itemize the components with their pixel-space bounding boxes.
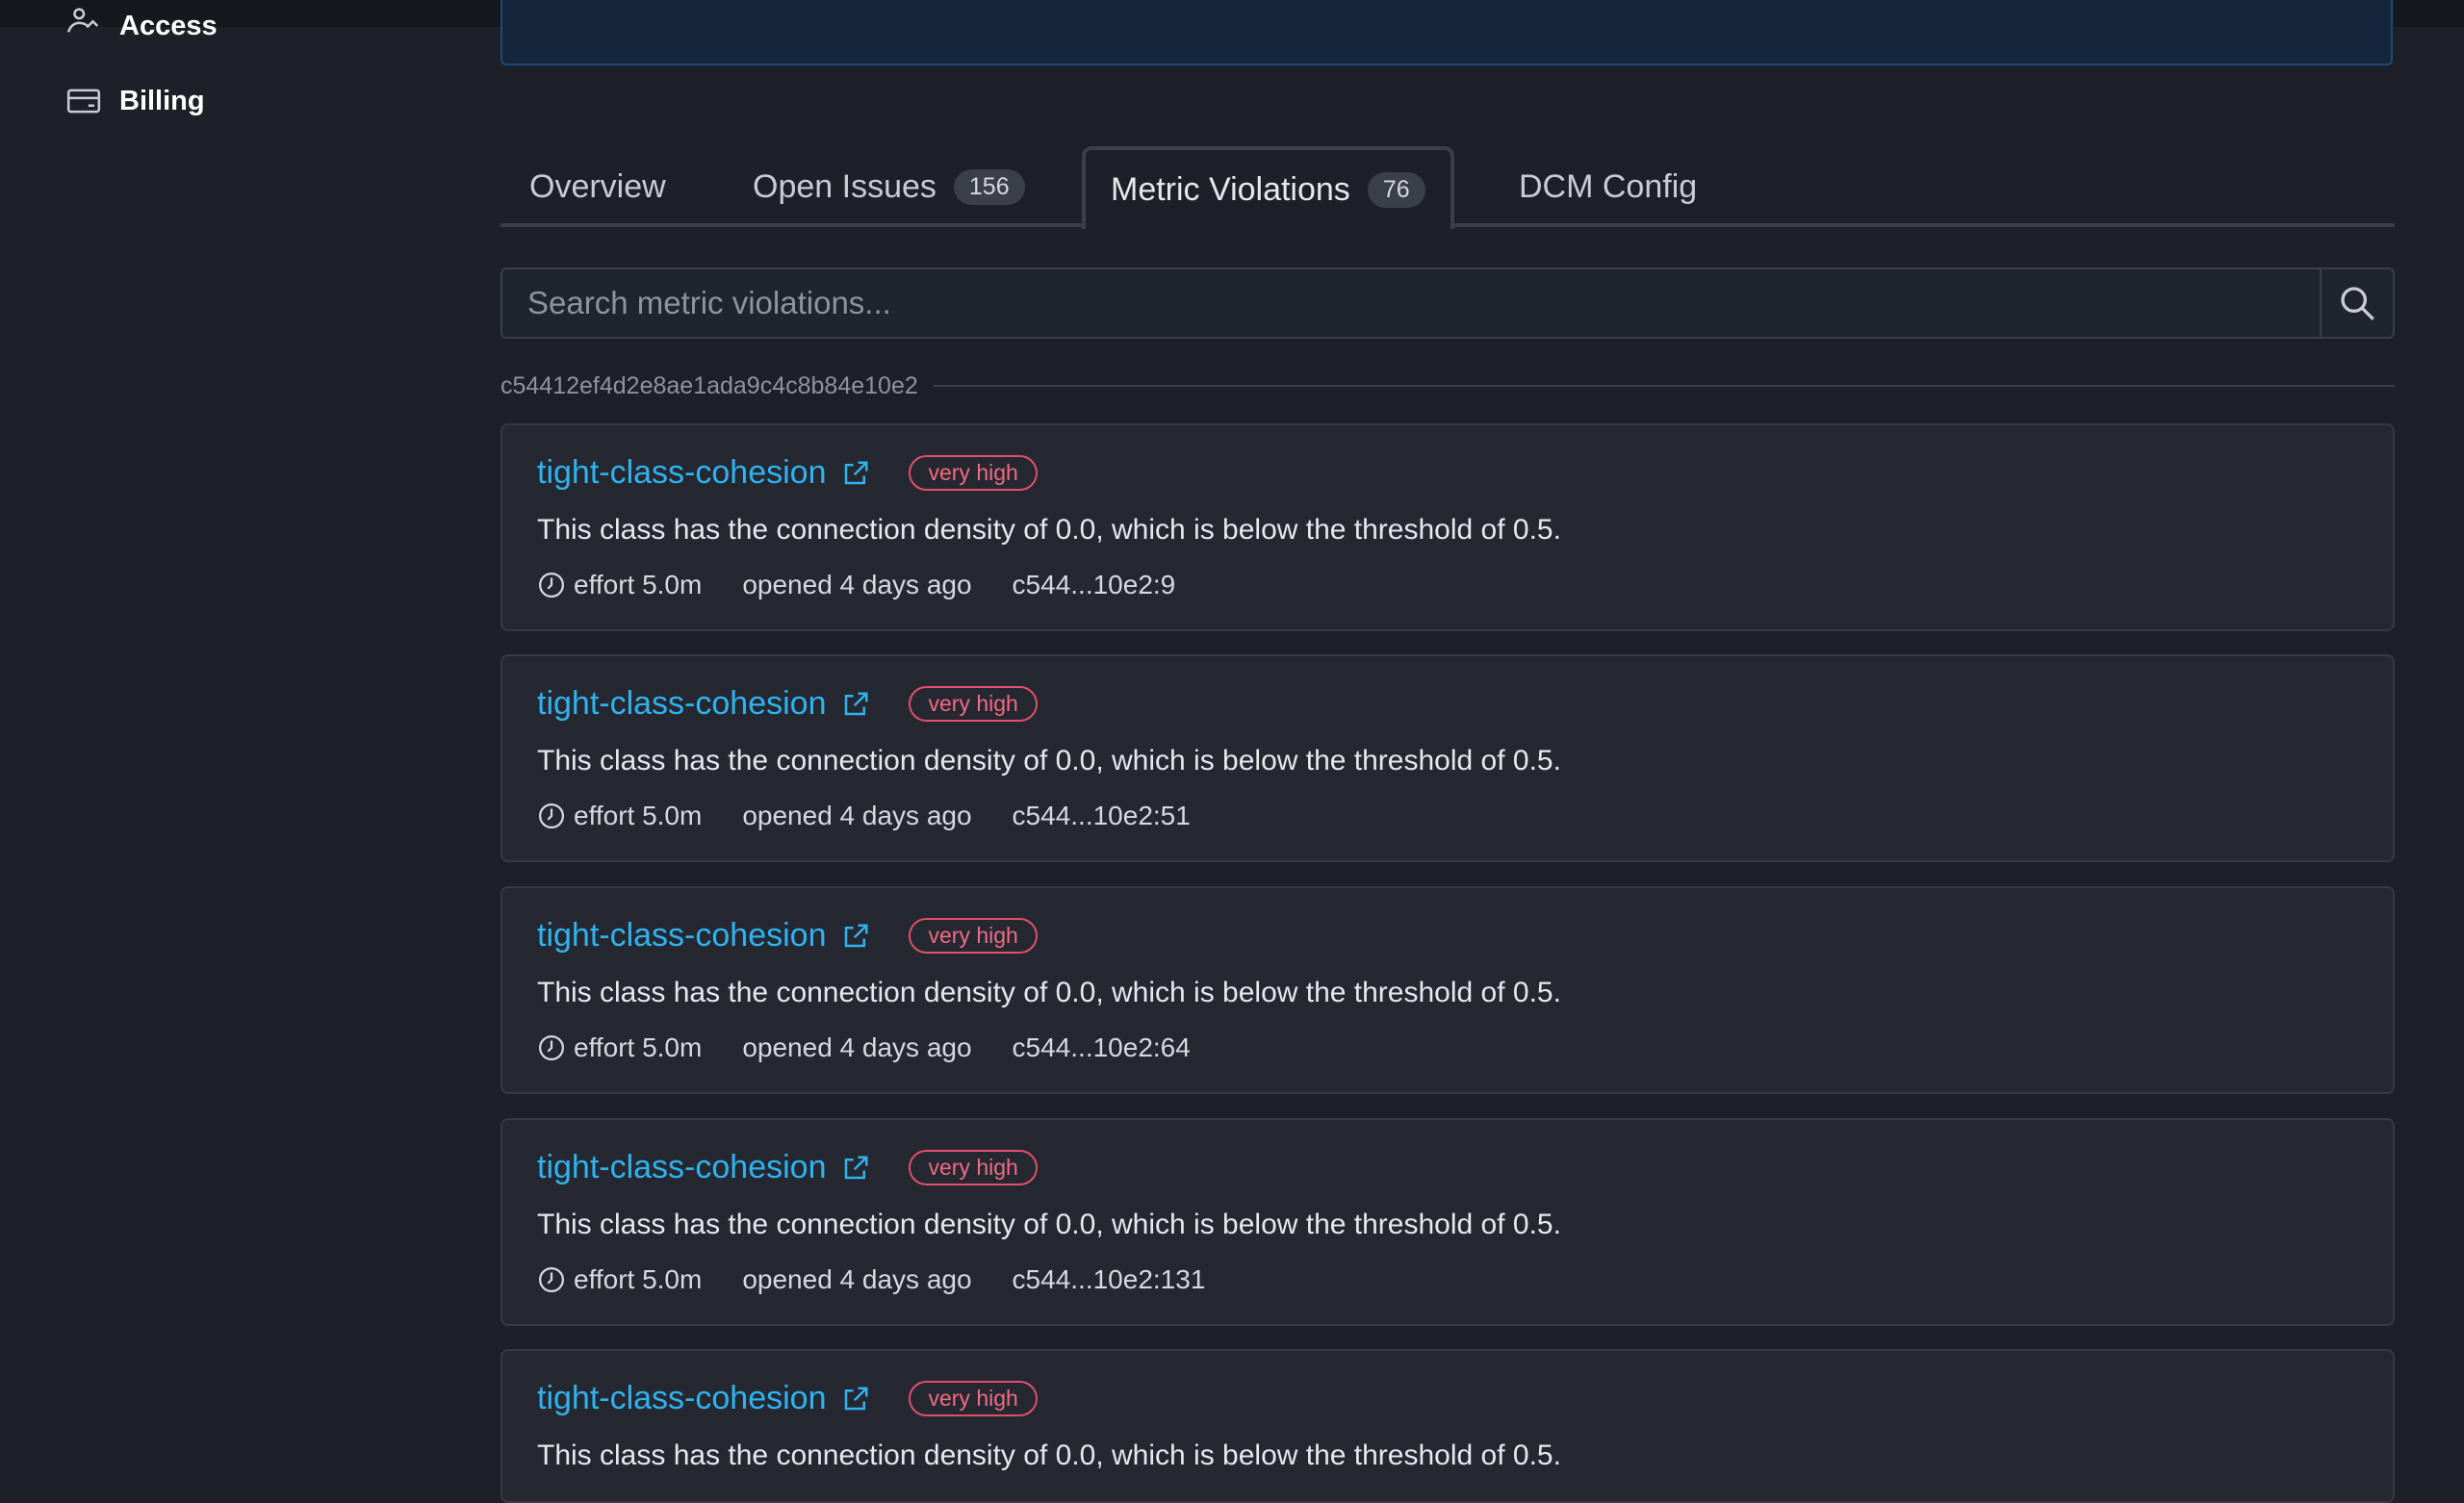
violation-card: tight-class-cohesion very high This clas… <box>500 423 2395 631</box>
clock-icon <box>539 1267 564 1292</box>
rule-link[interactable]: tight-class-cohesion <box>537 917 826 955</box>
violation-message: This class has the connection density of… <box>537 1439 1561 1471</box>
external-link-icon[interactable] <box>841 459 870 488</box>
search-bar <box>500 267 2395 339</box>
count-badge: 156 <box>953 168 1025 205</box>
location-text: c544...10e2:51 <box>1012 801 1191 830</box>
info-banner <box>500 0 2393 65</box>
severity-badge: very high <box>909 455 1038 491</box>
opened-text: opened 4 days ago <box>742 1032 972 1062</box>
commit-separator: c54412ef4d2e8ae1ada9c4c8b84e10e2 <box>500 371 2395 400</box>
location-text: c544...10e2:131 <box>1012 1264 1206 1294</box>
violation-card: tight-class-cohesion very high This clas… <box>500 886 2395 1094</box>
rule-link[interactable]: tight-class-cohesion <box>537 454 826 492</box>
card-title: tight-class-cohesion very high <box>537 1149 1038 1186</box>
external-link-icon[interactable] <box>841 1385 870 1414</box>
severity-badge: very high <box>909 686 1038 722</box>
divider <box>933 385 2395 387</box>
clock-icon <box>539 573 564 598</box>
effort-text: effort 5.0m <box>574 801 703 830</box>
tab-overview[interactable]: Overview <box>529 146 666 227</box>
tab-label: Overview <box>529 167 666 205</box>
violation-meta: effort 5.0m opened 4 days ago c544...10e… <box>537 801 1191 831</box>
tab-label: DCM Config <box>1519 167 1698 205</box>
tab-metric-violations[interactable]: Metric Violations 76 <box>1082 146 1454 229</box>
tab-label: Metric Violations <box>1111 170 1350 208</box>
rule-link[interactable]: tight-class-cohesion <box>537 1380 826 1417</box>
card-title: tight-class-cohesion very high <box>537 454 1038 492</box>
violation-card: tight-class-cohesion very high This clas… <box>500 1118 2395 1326</box>
effort-text: effort 5.0m <box>574 570 703 599</box>
violation-card: tight-class-cohesion very high This clas… <box>500 1349 2395 1503</box>
clock-icon <box>539 1035 564 1060</box>
search-button[interactable] <box>2320 269 2393 337</box>
severity-badge: very high <box>909 1150 1038 1185</box>
search-icon <box>2341 287 2374 320</box>
count-badge: 76 <box>1367 171 1425 208</box>
clock-icon <box>539 803 564 828</box>
search-input[interactable] <box>502 269 2320 337</box>
violation-meta: effort 5.0m opened 4 days ago c544...10e… <box>537 1264 1205 1295</box>
tab-bar: Overview Open Issues 156 Metric Violatio… <box>500 146 2395 229</box>
violation-message: This class has the connection density of… <box>537 977 1561 1008</box>
card-title: tight-class-cohesion very high <box>537 917 1038 955</box>
sidebar-item-label: Access <box>119 10 218 41</box>
effort-text: effort 5.0m <box>574 1264 703 1294</box>
severity-badge: very high <box>909 1381 1038 1416</box>
tab-dcm-config[interactable]: DCM Config <box>1519 146 1697 227</box>
sidebar-item-access[interactable]: Access <box>65 8 218 44</box>
opened-text: opened 4 days ago <box>742 570 972 599</box>
violation-message: This class has the connection density of… <box>537 1209 1561 1240</box>
sidebar-item-billing[interactable]: Billing <box>65 83 205 119</box>
access-icon <box>66 8 99 33</box>
tab-open-issues[interactable]: Open Issues 156 <box>753 146 1025 227</box>
external-link-icon[interactable] <box>841 690 870 719</box>
violation-meta: effort 5.0m opened 4 days ago c544...10e… <box>537 570 1175 600</box>
external-link-icon[interactable] <box>841 922 870 951</box>
location-text: c544...10e2:64 <box>1012 1032 1191 1062</box>
effort-text: effort 5.0m <box>574 1032 703 1062</box>
violation-message: This class has the connection density of… <box>537 514 1561 546</box>
violation-message: This class has the connection density of… <box>537 745 1561 777</box>
commit-hash: c54412ef4d2e8ae1ada9c4c8b84e10e2 <box>500 371 918 399</box>
rule-link[interactable]: tight-class-cohesion <box>537 685 826 723</box>
card-title: tight-class-cohesion very high <box>537 685 1038 723</box>
external-link-icon[interactable] <box>841 1154 870 1183</box>
violation-card: tight-class-cohesion very high This clas… <box>500 654 2395 862</box>
credit-card-icon <box>66 89 101 114</box>
opened-text: opened 4 days ago <box>742 801 972 830</box>
severity-badge: very high <box>909 918 1038 954</box>
sidebar-item-label: Billing <box>119 85 205 116</box>
sidebar: Access Billing <box>0 0 452 1484</box>
opened-text: opened 4 days ago <box>742 1264 972 1294</box>
tab-label: Open Issues <box>753 167 937 205</box>
violation-meta: effort 5.0m opened 4 days ago c544...10e… <box>537 1032 1191 1063</box>
card-title: tight-class-cohesion very high <box>537 1380 1038 1417</box>
rule-link[interactable]: tight-class-cohesion <box>537 1149 826 1186</box>
location-text: c544...10e2:9 <box>1012 570 1176 599</box>
